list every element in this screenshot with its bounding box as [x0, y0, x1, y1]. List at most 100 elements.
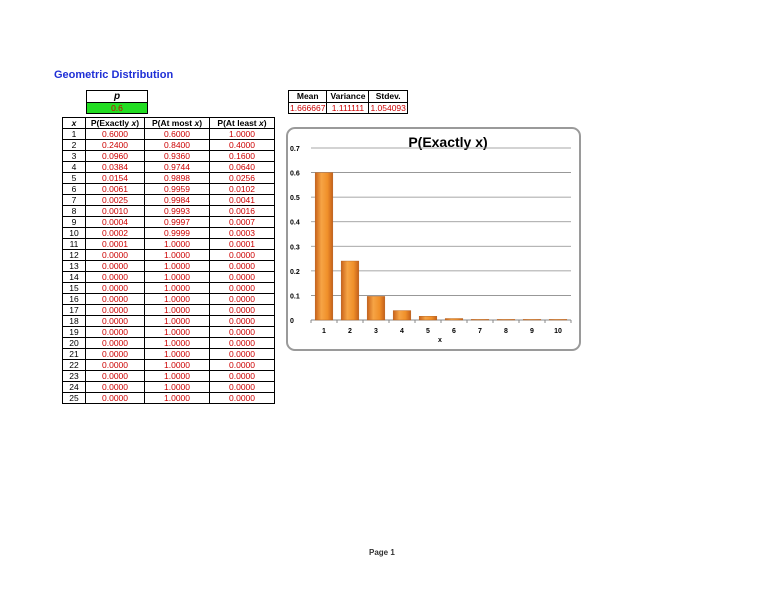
- cell-p-at-most[interactable]: 1.0000: [144, 370, 210, 382]
- chart-bar[interactable]: [366, 296, 386, 321]
- cell-p-at-most[interactable]: 1.0000: [144, 249, 210, 261]
- cell-x[interactable]: 7: [62, 194, 86, 206]
- cell-p-at-least[interactable]: 0.0000: [209, 293, 275, 305]
- cell-x[interactable]: 17: [62, 304, 86, 316]
- cell-x[interactable]: 23: [62, 370, 86, 382]
- cell-p-at-most[interactable]: 0.9997: [144, 216, 210, 228]
- cell-x[interactable]: 13: [62, 260, 86, 272]
- cell-p-at-least[interactable]: 0.0003: [209, 227, 275, 239]
- cell-x[interactable]: 5: [62, 172, 86, 184]
- cell-p-at-least[interactable]: 0.0041: [209, 194, 275, 206]
- cell-p-at-least[interactable]: 0.0102: [209, 183, 275, 195]
- chart-bar[interactable]: [314, 172, 334, 321]
- cell-x[interactable]: 14: [62, 271, 86, 283]
- cell-x[interactable]: 1: [62, 128, 86, 140]
- cell-p-exactly[interactable]: 0.0000: [85, 348, 145, 360]
- cell-x[interactable]: 6: [62, 183, 86, 195]
- cell-p-at-least[interactable]: 0.0016: [209, 205, 275, 217]
- cell-p-at-most[interactable]: 0.6000: [144, 128, 210, 140]
- cell-p-exactly[interactable]: 0.0000: [85, 381, 145, 393]
- cell-p-at-least[interactable]: 1.0000: [209, 128, 275, 140]
- cell-p-exactly[interactable]: 0.0000: [85, 260, 145, 272]
- cell-p-exactly[interactable]: 0.0002: [85, 227, 145, 239]
- cell-p-exactly[interactable]: 0.0004: [85, 216, 145, 228]
- cell-x[interactable]: 21: [62, 348, 86, 360]
- cell-x[interactable]: 18: [62, 315, 86, 327]
- cell-p-at-most[interactable]: 1.0000: [144, 238, 210, 250]
- chart-panel[interactable]: P(Exactly x) 0 0.1 0.2 0.3 0.4 0.5 0.6 0.7 1234…: [286, 127, 581, 351]
- cell-p-at-most[interactable]: 0.9959: [144, 183, 210, 195]
- cell-p-exactly[interactable]: 0.2400: [85, 139, 145, 151]
- cell-p-at-least[interactable]: 0.0000: [209, 348, 275, 360]
- cell-p-exactly[interactable]: 0.0061: [85, 183, 145, 195]
- cell-x[interactable]: 4: [62, 161, 86, 173]
- cell-x[interactable]: 19: [62, 326, 86, 338]
- cell-p-at-most[interactable]: 1.0000: [144, 282, 210, 294]
- cell-p-at-least[interactable]: 0.0640: [209, 161, 275, 173]
- chart-bar[interactable]: [470, 319, 490, 321]
- cell-p-at-most[interactable]: 0.9993: [144, 205, 210, 217]
- cell-p-at-most[interactable]: 1.0000: [144, 293, 210, 305]
- cell-p-exactly[interactable]: 0.0000: [85, 359, 145, 371]
- cell-x[interactable]: 12: [62, 249, 86, 261]
- cell-p-exactly[interactable]: 0.0000: [85, 370, 145, 382]
- chart-bar[interactable]: [496, 319, 516, 321]
- cell-p-exactly[interactable]: 0.6000: [85, 128, 145, 140]
- cell-p-exactly[interactable]: 0.0000: [85, 315, 145, 327]
- cell-p-exactly[interactable]: 0.0384: [85, 161, 145, 173]
- cell-p-at-least[interactable]: 0.0000: [209, 282, 275, 294]
- cell-p-exactly[interactable]: 0.0000: [85, 304, 145, 316]
- cell-p-at-most[interactable]: 0.9898: [144, 172, 210, 184]
- cell-p-exactly[interactable]: 0.0000: [85, 392, 145, 404]
- cell-p-at-most[interactable]: 1.0000: [144, 381, 210, 393]
- cell-x[interactable]: 25: [62, 392, 86, 404]
- cell-x[interactable]: 15: [62, 282, 86, 294]
- cell-p-at-least[interactable]: 0.4000: [209, 139, 275, 151]
- cell-p-exactly[interactable]: 0.0010: [85, 205, 145, 217]
- cell-p-at-most[interactable]: 0.9999: [144, 227, 210, 239]
- cell-p-exactly[interactable]: 0.0000: [85, 326, 145, 338]
- cell-p-exactly[interactable]: 0.0000: [85, 337, 145, 349]
- cell-p-at-least[interactable]: 0.0000: [209, 271, 275, 283]
- cell-x[interactable]: 11: [62, 238, 86, 250]
- cell-p-exactly[interactable]: 0.0001: [85, 238, 145, 250]
- cell-p-at-most[interactable]: 0.8400: [144, 139, 210, 151]
- cell-p-at-least[interactable]: 0.0000: [209, 326, 275, 338]
- cell-p-at-most[interactable]: 0.9744: [144, 161, 210, 173]
- cell-p-exactly[interactable]: 0.0000: [85, 249, 145, 261]
- cell-p-exactly[interactable]: 0.0960: [85, 150, 145, 162]
- cell-p-at-most[interactable]: 1.0000: [144, 315, 210, 327]
- cell-p-at-least[interactable]: 0.0000: [209, 381, 275, 393]
- cell-x[interactable]: 20: [62, 337, 86, 349]
- cell-x[interactable]: 10: [62, 227, 86, 239]
- cell-p-exactly[interactable]: 0.0000: [85, 282, 145, 294]
- cell-p-at-most[interactable]: 1.0000: [144, 304, 210, 316]
- cell-p-at-least[interactable]: 0.0000: [209, 392, 275, 404]
- chart-bar[interactable]: [522, 319, 542, 321]
- chart-bar[interactable]: [418, 316, 438, 321]
- cell-p-at-most[interactable]: 1.0000: [144, 392, 210, 404]
- cell-p-at-most[interactable]: 0.9984: [144, 194, 210, 206]
- cell-p-at-least[interactable]: 0.0000: [209, 260, 275, 272]
- cell-p-at-least[interactable]: 0.0000: [209, 337, 275, 349]
- cell-x[interactable]: 24: [62, 381, 86, 393]
- cell-p-at-least[interactable]: 0.0007: [209, 216, 275, 228]
- cell-p-at-most[interactable]: 1.0000: [144, 359, 210, 371]
- cell-p-at-least[interactable]: 0.0000: [209, 304, 275, 316]
- cell-p-exactly[interactable]: 0.0000: [85, 271, 145, 283]
- cell-p-at-most[interactable]: 0.9360: [144, 150, 210, 162]
- cell-p-at-least[interactable]: 0.0000: [209, 249, 275, 261]
- cell-p-at-most[interactable]: 1.0000: [144, 326, 210, 338]
- cell-p-exactly[interactable]: 0.0000: [85, 293, 145, 305]
- cell-p-at-most[interactable]: 1.0000: [144, 260, 210, 272]
- cell-x[interactable]: 22: [62, 359, 86, 371]
- cell-p-at-most[interactable]: 1.0000: [144, 337, 210, 349]
- cell-x[interactable]: 2: [62, 139, 86, 151]
- param-value-cell[interactable]: 0.6: [86, 102, 148, 114]
- cell-x[interactable]: 8: [62, 205, 86, 217]
- cell-x[interactable]: 9: [62, 216, 86, 228]
- cell-p-at-least[interactable]: 0.0000: [209, 370, 275, 382]
- cell-p-at-least[interactable]: 0.0256: [209, 172, 275, 184]
- cell-p-at-least[interactable]: 0.0001: [209, 238, 275, 250]
- cell-p-at-least[interactable]: 0.0000: [209, 359, 275, 371]
